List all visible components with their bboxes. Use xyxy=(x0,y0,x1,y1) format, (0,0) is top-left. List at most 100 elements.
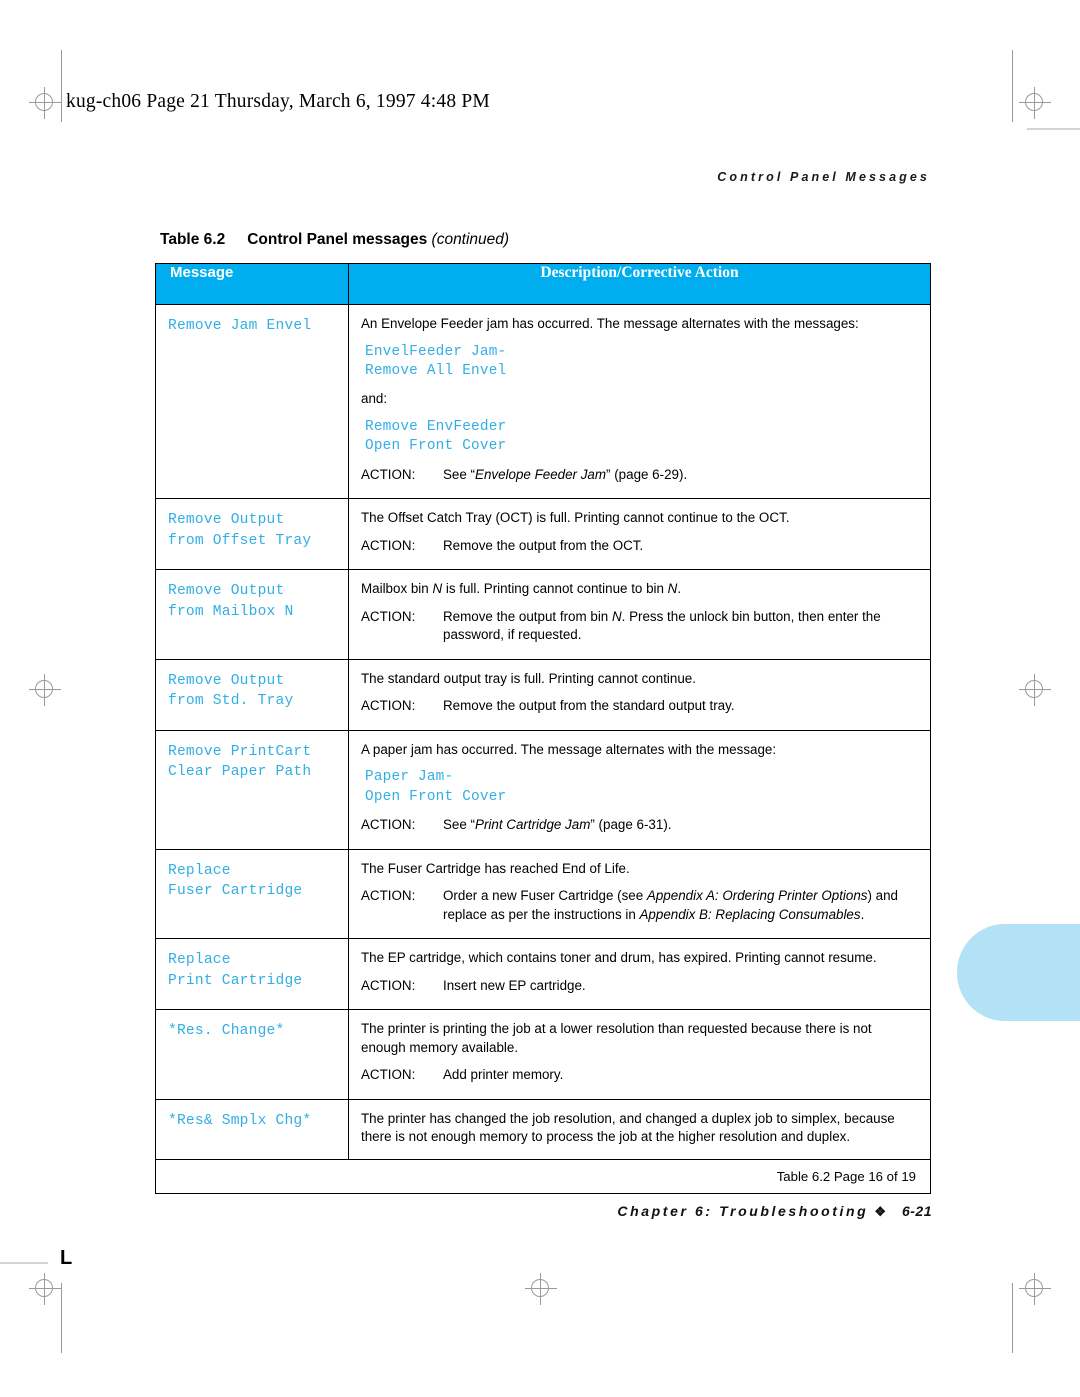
action-row: ACTION: Remove the output from the standa… xyxy=(361,697,916,716)
cell-description: A paper jam has occurred. The message al… xyxy=(348,729,931,850)
action-label: ACTION: xyxy=(361,817,416,833)
table-row: Remove Output from Std. Tray The standard… xyxy=(155,658,931,731)
table-footer-row: Table 6.2 Page 16 of 19 xyxy=(155,1158,931,1194)
action-label: ACTION: xyxy=(361,888,416,904)
registration-hline xyxy=(29,689,61,690)
column-header-description: Description/Corrective Action xyxy=(348,263,931,305)
crop-rule-left xyxy=(61,50,62,122)
description-paragraph: and: xyxy=(361,391,388,407)
page-footer: Chapter 6: Troubleshooting ❖ 6-21 xyxy=(617,1203,932,1220)
table-body: Remove Jam Envel An Envelope Feeder jam h… xyxy=(155,303,931,1160)
registration-hline xyxy=(1019,1288,1051,1289)
action-text: Remove the output from bin N. Press the … xyxy=(443,608,881,643)
cell-description: The standard output tray is full. Printi… xyxy=(348,658,931,731)
registration-hline xyxy=(1019,102,1051,103)
registration-circle xyxy=(1025,680,1043,698)
cell-description: The Fuser Cartridge has reached End of L… xyxy=(348,848,931,940)
control-panel-message-block: Paper Jam- Open Front Cover xyxy=(365,769,507,805)
registration-circle xyxy=(1025,93,1043,111)
description-paragraph: The Fuser Cartridge has reached End of L… xyxy=(361,860,630,876)
crop-rule-bottom-right-v xyxy=(1012,1283,1013,1353)
registration-circle xyxy=(35,680,53,698)
cell-message: Remove Output from Mailbox N xyxy=(155,569,349,660)
action-text: Insert new EP cartridge. xyxy=(443,977,586,993)
action-row: ACTION: Remove the output from bin N. Pre… xyxy=(361,608,916,645)
registration-vline xyxy=(44,1273,45,1305)
action-text: Add printer memory. xyxy=(443,1067,564,1083)
registration-mark-bottom-left xyxy=(28,1272,62,1306)
cell-message: Replace Print Cartridge xyxy=(155,938,349,1011)
action-row: ACTION: See “Print Cartridge Jam” (page 6… xyxy=(361,816,916,835)
registration-mark-top-left xyxy=(28,86,62,120)
crop-rule-bottom-left-v xyxy=(61,1283,62,1353)
registration-mark-bottom-right xyxy=(1018,1272,1052,1306)
table-caption: Table 6.2 Control Panel messages (continu… xyxy=(160,231,509,249)
registration-vline xyxy=(1034,1273,1035,1305)
action-text: See “Envelope Feeder Jam” (page 6-29). xyxy=(443,466,688,482)
registration-circle xyxy=(35,1279,53,1297)
registration-hline xyxy=(29,102,61,103)
action-text: See “Print Cartridge Jam” (page 6-31). xyxy=(443,817,672,833)
action-label: ACTION: xyxy=(361,977,416,993)
crop-rule-top-right xyxy=(1027,128,1080,130)
cell-message: Remove Jam Envel xyxy=(155,303,349,500)
control-panel-messages-table: Message Description/Corrective Action Re… xyxy=(155,263,931,1194)
registration-hline xyxy=(1019,689,1051,690)
registration-hline xyxy=(525,1288,557,1289)
registration-vline xyxy=(540,1273,541,1305)
table-footer-note: Table 6.2 Page 16 of 19 xyxy=(155,1158,931,1194)
table-head: Message Description/Corrective Action xyxy=(155,263,931,305)
action-label: ACTION: xyxy=(361,537,416,553)
description-paragraph: The Offset Catch Tray (OCT) is full. Pri… xyxy=(361,510,790,526)
table-caption-title: Control Panel messages xyxy=(247,231,432,248)
control-panel-message-block: EnvelFeeder Jam- Remove All Envel xyxy=(365,343,507,379)
table-row: Remove Output from Mailbox N Mailbox bin … xyxy=(155,569,931,660)
table-row: *Res. Change* The printer is printing the… xyxy=(155,1009,931,1100)
action-row: ACTION: See “Envelope Feeder Jam” (page 6… xyxy=(361,466,916,485)
footer-chapter-label: Chapter 6: Troubleshooting xyxy=(617,1203,869,1219)
action-row: ACTION: Insert new EP cartridge. xyxy=(361,977,916,996)
registration-mark-top-right xyxy=(1018,86,1052,120)
action-text: Remove the output from the standard outp… xyxy=(443,698,735,714)
registration-mark-mid-left xyxy=(28,673,62,707)
table-row: Remove PrintCart Clear Paper Path A paper… xyxy=(155,729,931,850)
crop-rule-bottom-left xyxy=(0,1262,48,1264)
cell-description: An Envelope Feeder jam has occurred. The… xyxy=(348,303,931,500)
action-row: ACTION: Order a new Fuser Cartridge (see … xyxy=(361,887,916,924)
column-header-message: Message xyxy=(155,263,349,305)
cell-description: The printer has changed the job resoluti… xyxy=(348,1098,931,1160)
cell-message: *Res. Change* xyxy=(155,1009,349,1100)
cell-message: Replace Fuser Cartridge xyxy=(155,848,349,940)
cell-message: Remove Output from Std. Tray xyxy=(155,658,349,731)
action-text: Remove the output from the OCT. xyxy=(443,537,644,553)
cell-message: Remove PrintCart Clear Paper Path xyxy=(155,729,349,850)
document-filename-header: kug-ch06 Page 21 Thursday, March 6, 1997… xyxy=(66,91,490,112)
description-paragraph: A paper jam has occurred. The message al… xyxy=(361,741,777,757)
description-paragraph: The EP cartridge, which contains toner a… xyxy=(361,950,877,966)
cell-description: The EP cartridge, which contains toner a… xyxy=(348,938,931,1011)
cell-message: *Res& Smplx Chg* xyxy=(155,1098,349,1160)
table-caption-number: Table 6.2 xyxy=(160,231,226,248)
description-paragraph: Mailbox bin N is full. Printing cannot c… xyxy=(361,581,682,597)
registration-vline xyxy=(1034,674,1035,706)
table-header-row: Message Description/Corrective Action xyxy=(155,263,931,305)
registration-circle xyxy=(35,93,53,111)
table-row: Remove Jam Envel An Envelope Feeder jam h… xyxy=(155,303,931,500)
registration-circle xyxy=(531,1279,549,1297)
registration-circle xyxy=(1025,1279,1043,1297)
table-foot: Table 6.2 Page 16 of 19 xyxy=(155,1158,931,1194)
table-caption-continued: (continued) xyxy=(431,231,510,248)
description-paragraph: The printer is printing the job at a low… xyxy=(361,1021,872,1055)
action-label: ACTION: xyxy=(361,466,416,482)
diamond-icon: ❖ xyxy=(874,1204,886,1219)
action-label: ACTION: xyxy=(361,1067,416,1083)
table-row: *Res& Smplx Chg* The printer has changed … xyxy=(155,1098,931,1160)
thumb-tab-marker xyxy=(957,924,1080,1021)
registration-vline xyxy=(44,87,45,119)
table-row: Replace Print Cartridge The EP cartridge,… xyxy=(155,938,931,1011)
cell-message: Remove Output from Offset Tray xyxy=(155,498,349,571)
folio-page-number: 6-21 xyxy=(901,1203,932,1219)
cell-description: The printer is printing the job at a low… xyxy=(348,1009,931,1100)
control-panel-message-block: Remove EnvFeeder Open Front Cover xyxy=(365,418,507,455)
table-row: Remove Output from Offset Tray The Offset… xyxy=(155,498,931,571)
